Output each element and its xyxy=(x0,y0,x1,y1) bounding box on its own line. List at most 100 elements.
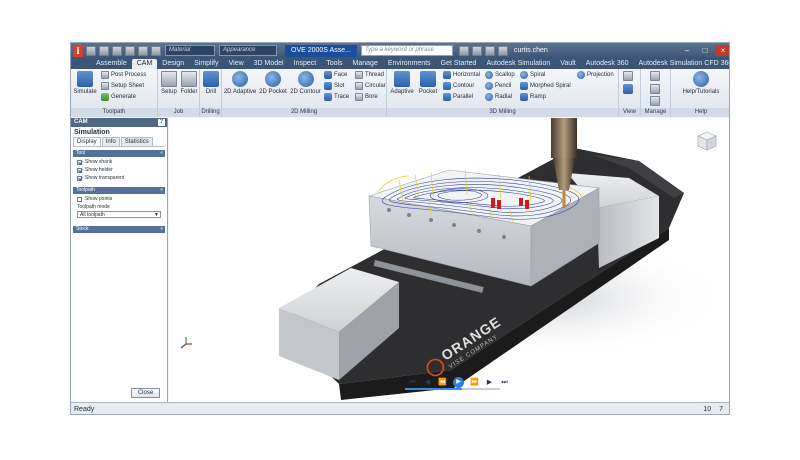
face-button[interactable]: Face xyxy=(324,71,347,79)
tab-view[interactable]: View xyxy=(224,59,249,69)
step-back-icon[interactable]: ◀ xyxy=(423,378,432,387)
show-holder-option[interactable]: Show holder xyxy=(77,167,161,173)
tab-info[interactable]: Info xyxy=(101,137,120,146)
minimize-button[interactable]: – xyxy=(679,45,695,56)
tab-simplify[interactable]: Simplify xyxy=(189,59,224,69)
setup-sheet-button[interactable]: Setup Sheet xyxy=(101,82,144,90)
show-shank-option[interactable]: Show shank xyxy=(77,159,161,165)
manage-tool-library-button[interactable] xyxy=(650,71,662,81)
ramp-button[interactable]: Ramp xyxy=(520,93,546,101)
graphics-viewport[interactable]: ORANGE VISE COMPANY ⏮ ◀ ⏪ ▶ ⏩ ▶ ⏭ xyxy=(169,118,730,402)
new-file-icon[interactable] xyxy=(86,45,96,56)
post-process-button[interactable]: Post Process xyxy=(101,71,146,79)
collapse-icon[interactable]: « xyxy=(160,187,163,194)
go-to-start-icon[interactable]: ⏮ xyxy=(408,378,417,387)
projection-button[interactable]: Projection xyxy=(577,71,614,79)
material-combo[interactable]: Material xyxy=(165,45,215,56)
question-icon[interactable]: ? xyxy=(158,119,165,126)
3d-adaptive-button[interactable]: Adaptive xyxy=(389,71,415,95)
toolpath-mode-select[interactable]: All toolpath ▼ xyxy=(77,211,161,218)
tab-vault[interactable]: Vault xyxy=(555,59,580,69)
simulation-timeline-slider[interactable] xyxy=(405,388,500,390)
slot-button[interactable]: Slot xyxy=(324,82,344,90)
tab-design[interactable]: Design xyxy=(157,59,189,69)
drill-button[interactable]: Drill xyxy=(202,71,220,95)
show-points-checkbox[interactable] xyxy=(77,196,82,202)
play-icon[interactable]: ▶ xyxy=(453,376,464,388)
radial-button[interactable]: Radial xyxy=(485,93,512,101)
2d-contour-button[interactable]: 2D Contour xyxy=(289,71,322,95)
show-transparent-checkbox[interactable] xyxy=(77,175,82,181)
stock-group-header[interactable]: Stock « xyxy=(73,226,165,233)
generate-button[interactable]: Generate xyxy=(101,93,136,101)
simulation-scene[interactable]: ORANGE VISE COMPANY xyxy=(169,118,730,402)
redo-icon[interactable] xyxy=(138,45,148,56)
binoculars-icon[interactable] xyxy=(458,45,469,56)
tab-assemble[interactable]: Assemble xyxy=(91,59,132,69)
open-file-icon[interactable] xyxy=(99,45,109,56)
tools-icon[interactable] xyxy=(471,45,482,56)
user-icon[interactable] xyxy=(497,45,508,56)
drilling-panel-title: Drilling xyxy=(200,108,221,117)
morphed-spiral-button[interactable]: Morphed Spiral xyxy=(520,82,571,90)
2d-adaptive-button[interactable]: 2D Adaptive xyxy=(223,71,257,95)
horizontal-button[interactable]: Horizontal xyxy=(443,71,480,79)
trace-button[interactable]: Trace xyxy=(324,93,349,101)
help-tutorials-button[interactable]: Help/Tutorials xyxy=(675,71,727,95)
undo-icon[interactable] xyxy=(125,45,135,56)
tab-autodesk-simulation[interactable]: Autodesk Simulation xyxy=(481,59,555,69)
tab-autodesk-simulation-cfd-360-2014[interactable]: Autodesk Simulation CFD 360 2014 xyxy=(634,59,729,69)
folder-button[interactable]: Folder xyxy=(179,71,199,95)
rewind-icon[interactable]: ⏪ xyxy=(438,378,447,387)
manage-templates-button[interactable] xyxy=(650,84,662,94)
parallel-button[interactable]: Parallel xyxy=(443,93,473,101)
view-display-button[interactable] xyxy=(623,84,635,94)
tool-group-header[interactable]: Tool « xyxy=(73,150,165,157)
tab-display[interactable]: Display xyxy=(73,137,101,146)
step-forward-icon[interactable]: ▶ xyxy=(485,378,494,387)
viewcube[interactable] xyxy=(696,130,718,152)
thread-button[interactable]: Thread xyxy=(355,71,384,79)
tab-inspect[interactable]: Inspect xyxy=(289,59,322,69)
pencil-button[interactable]: Pencil xyxy=(485,82,511,90)
manage-post-library-button[interactable] xyxy=(650,96,662,106)
collapse-icon[interactable]: « xyxy=(160,226,163,233)
go-to-end-icon[interactable]: ⏭ xyxy=(500,378,509,387)
app-logo[interactable]: I xyxy=(73,44,83,57)
bore-button[interactable]: Bore xyxy=(355,93,378,101)
favorites-star-icon[interactable] xyxy=(484,45,495,56)
collapse-icon[interactable]: « xyxy=(160,150,163,157)
3d-pocket-button[interactable]: Pocket xyxy=(417,71,439,95)
save-icon[interactable] xyxy=(112,45,122,56)
2d-pocket-button[interactable]: 2D Pocket xyxy=(258,71,288,95)
3d-contour-button[interactable]: Contour xyxy=(443,82,474,90)
tab-get-started[interactable]: Get Started xyxy=(436,59,482,69)
tab-tools[interactable]: Tools xyxy=(321,59,347,69)
ribbon: Simulate Post Process Setup Sheet Genera… xyxy=(71,69,729,117)
return-icon[interactable] xyxy=(151,45,161,56)
tab-manage[interactable]: Manage xyxy=(348,59,383,69)
close-button[interactable]: Close xyxy=(131,388,160,398)
appearance-combo[interactable]: Appearance xyxy=(219,45,277,56)
tab-3d-model[interactable]: 3D Model xyxy=(249,59,289,69)
tab-cam[interactable]: CAM xyxy=(131,59,158,69)
tab-statistics[interactable]: Statistics xyxy=(120,137,153,146)
show-shank-checkbox[interactable] xyxy=(77,159,82,165)
user-name[interactable]: curtis.chen xyxy=(514,47,548,54)
fast-forward-icon[interactable]: ⏩ xyxy=(470,378,479,387)
toolpath-group-header[interactable]: Toolpath « xyxy=(73,187,165,194)
help-search-input[interactable]: Type a keyword or phrase xyxy=(360,45,453,56)
scallop-button[interactable]: Scallop xyxy=(485,71,515,79)
maximize-button[interactable]: □ xyxy=(697,45,713,56)
simulate-button[interactable]: Simulate xyxy=(73,71,97,95)
close-window-button[interactable]: × xyxy=(715,45,729,56)
spiral-button[interactable]: Spiral xyxy=(520,71,545,79)
show-transparent-option[interactable]: Show transparent xyxy=(77,175,161,181)
tab-environments[interactable]: Environments xyxy=(383,59,436,69)
circular-button[interactable]: Circular xyxy=(355,82,386,90)
show-holder-checkbox[interactable] xyxy=(77,167,82,173)
setup-button[interactable]: Setup xyxy=(160,71,178,95)
tab-autodesk-360[interactable]: Autodesk 360 xyxy=(581,59,634,69)
view-mode-button[interactable] xyxy=(623,71,635,81)
show-points-option[interactable]: Show points xyxy=(77,196,161,202)
